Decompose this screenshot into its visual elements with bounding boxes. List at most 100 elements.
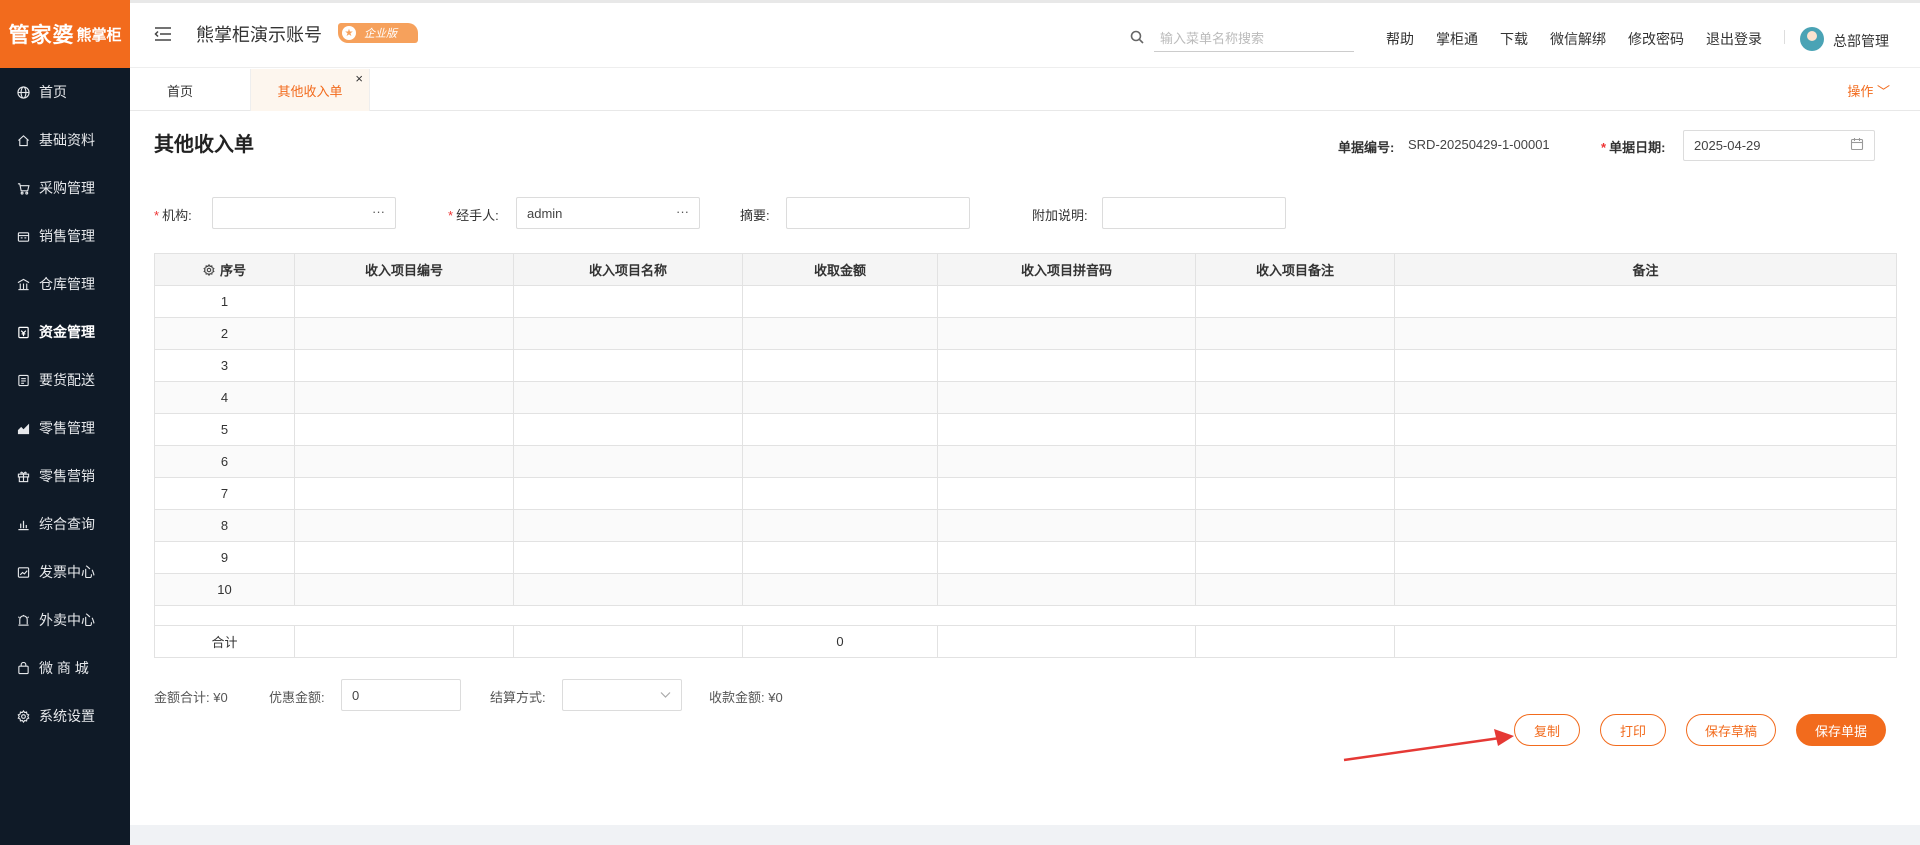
table-cell[interactable] bbox=[1394, 413, 1897, 446]
table-cell[interactable] bbox=[937, 381, 1196, 414]
table-cell[interactable] bbox=[1195, 477, 1395, 510]
sidebar-item-mall[interactable]: 微 商 城 bbox=[0, 644, 130, 692]
doc-date-picker[interactable]: 2025-04-29 bbox=[1683, 130, 1875, 161]
sidebar-item-home[interactable]: 首页 bbox=[0, 68, 130, 116]
table-cell[interactable] bbox=[513, 541, 743, 574]
sidebar-item-basic-data[interactable]: 基础资料 bbox=[0, 116, 130, 164]
sidebar-item-warehouse[interactable]: 仓库管理 bbox=[0, 260, 130, 308]
table-cell[interactable] bbox=[742, 413, 938, 446]
table-cell[interactable] bbox=[742, 349, 938, 382]
download-link[interactable]: 下载 bbox=[1500, 29, 1528, 49]
tab-other-income[interactable]: 其他收入单 × bbox=[250, 69, 370, 111]
table-cell[interactable] bbox=[742, 477, 938, 510]
table-cell[interactable] bbox=[937, 509, 1196, 542]
table-cell[interactable] bbox=[1394, 573, 1897, 606]
table-cell[interactable] bbox=[937, 349, 1196, 382]
logout-link[interactable]: 退出登录 bbox=[1706, 29, 1762, 49]
table-cell[interactable] bbox=[294, 541, 514, 574]
save-draft-button[interactable]: 保存草稿 bbox=[1686, 714, 1776, 746]
table-cell[interactable] bbox=[1195, 541, 1395, 574]
settle-select[interactable] bbox=[562, 679, 682, 711]
table-cell[interactable] bbox=[513, 349, 743, 382]
table-cell[interactable] bbox=[1394, 445, 1897, 478]
table-cell[interactable] bbox=[937, 285, 1196, 318]
save-button[interactable]: 保存单据 bbox=[1796, 714, 1886, 746]
print-button[interactable]: 打印 bbox=[1600, 714, 1666, 746]
table-cell[interactable] bbox=[937, 317, 1196, 350]
table-cell[interactable] bbox=[742, 509, 938, 542]
table-cell[interactable] bbox=[513, 413, 743, 446]
brand-logo[interactable]: 管家婆 熊掌柜 bbox=[0, 0, 130, 68]
table-cell[interactable] bbox=[1195, 381, 1395, 414]
table-cell[interactable] bbox=[937, 477, 1196, 510]
tab-home[interactable]: 首页 bbox=[140, 69, 220, 111]
sidebar-item-retail[interactable]: 零售管理 bbox=[0, 404, 130, 452]
table-cell[interactable] bbox=[742, 573, 938, 606]
change-password-link[interactable]: 修改密码 bbox=[1628, 29, 1684, 49]
org-selector[interactable]: ··· bbox=[212, 197, 396, 229]
table-cell[interactable] bbox=[1195, 317, 1395, 350]
username[interactable]: 总部管理 bbox=[1833, 31, 1889, 51]
gear-icon[interactable] bbox=[203, 264, 215, 276]
more-icon[interactable]: ··· bbox=[372, 204, 385, 219]
table-cell[interactable] bbox=[742, 317, 938, 350]
table-cell[interactable] bbox=[294, 509, 514, 542]
table-cell[interactable] bbox=[513, 317, 743, 350]
table-cell[interactable] bbox=[1394, 349, 1897, 382]
more-icon[interactable]: ··· bbox=[676, 204, 689, 219]
copy-button[interactable]: 复制 bbox=[1514, 714, 1580, 746]
table-cell[interactable] bbox=[937, 445, 1196, 478]
sidebar-item-purchase[interactable]: 采购管理 bbox=[0, 164, 130, 212]
table-cell[interactable] bbox=[937, 541, 1196, 574]
table-cell[interactable] bbox=[937, 413, 1196, 446]
avatar[interactable] bbox=[1800, 27, 1824, 51]
table-cell[interactable] bbox=[742, 381, 938, 414]
table-cell[interactable] bbox=[1394, 509, 1897, 542]
table-cell[interactable] bbox=[294, 413, 514, 446]
menu-search-input[interactable] bbox=[1154, 26, 1354, 52]
column-header-index[interactable]: 序号 bbox=[154, 253, 295, 286]
table-cell[interactable] bbox=[513, 285, 743, 318]
help-link[interactable]: 帮助 bbox=[1386, 29, 1414, 49]
table-cell[interactable] bbox=[513, 509, 743, 542]
sidebar-item-funds[interactable]: 资金管理 bbox=[0, 308, 130, 356]
table-cell[interactable] bbox=[1394, 317, 1897, 350]
table-cell[interactable] bbox=[937, 573, 1196, 606]
table-cell[interactable] bbox=[1394, 541, 1897, 574]
table-cell[interactable] bbox=[1394, 285, 1897, 318]
table-cell[interactable] bbox=[1195, 413, 1395, 446]
search-icon[interactable] bbox=[1130, 30, 1144, 44]
table-cell[interactable] bbox=[1195, 509, 1395, 542]
sidebar-item-delivery-requests[interactable]: 要货配送 bbox=[0, 356, 130, 404]
close-icon[interactable]: × bbox=[355, 71, 363, 86]
sidebar-item-query[interactable]: 综合查询 bbox=[0, 500, 130, 548]
table-cell[interactable] bbox=[513, 573, 743, 606]
table-cell[interactable] bbox=[742, 285, 938, 318]
table-cell[interactable] bbox=[1394, 381, 1897, 414]
table-cell[interactable] bbox=[294, 285, 514, 318]
table-cell[interactable] bbox=[294, 573, 514, 606]
table-cell[interactable] bbox=[513, 381, 743, 414]
table-cell[interactable] bbox=[1394, 477, 1897, 510]
note-input[interactable] bbox=[1102, 197, 1286, 229]
table-cell[interactable] bbox=[1195, 445, 1395, 478]
sidebar-item-marketing[interactable]: 零售营销 bbox=[0, 452, 130, 500]
table-cell[interactable] bbox=[513, 477, 743, 510]
table-cell[interactable] bbox=[294, 445, 514, 478]
summary-input[interactable] bbox=[786, 197, 970, 229]
zhanggui-link[interactable]: 掌柜通 bbox=[1436, 29, 1478, 49]
operations-dropdown[interactable]: 操作 ﹀ bbox=[1847, 81, 1890, 100]
table-cell[interactable] bbox=[513, 445, 743, 478]
handler-selector[interactable]: admin ··· bbox=[516, 197, 700, 229]
table-cell[interactable] bbox=[742, 445, 938, 478]
wechat-unbind-link[interactable]: 微信解绑 bbox=[1550, 29, 1606, 49]
discount-input[interactable]: 0 bbox=[341, 679, 461, 711]
menu-toggle-icon[interactable] bbox=[154, 26, 172, 42]
table-cell[interactable] bbox=[294, 477, 514, 510]
sidebar-item-invoice[interactable]: 发票中心 bbox=[0, 548, 130, 596]
table-cell[interactable] bbox=[294, 317, 514, 350]
table-cell[interactable] bbox=[1195, 285, 1395, 318]
table-cell[interactable] bbox=[742, 541, 938, 574]
table-cell[interactable] bbox=[1195, 573, 1395, 606]
table-cell[interactable] bbox=[1195, 349, 1395, 382]
